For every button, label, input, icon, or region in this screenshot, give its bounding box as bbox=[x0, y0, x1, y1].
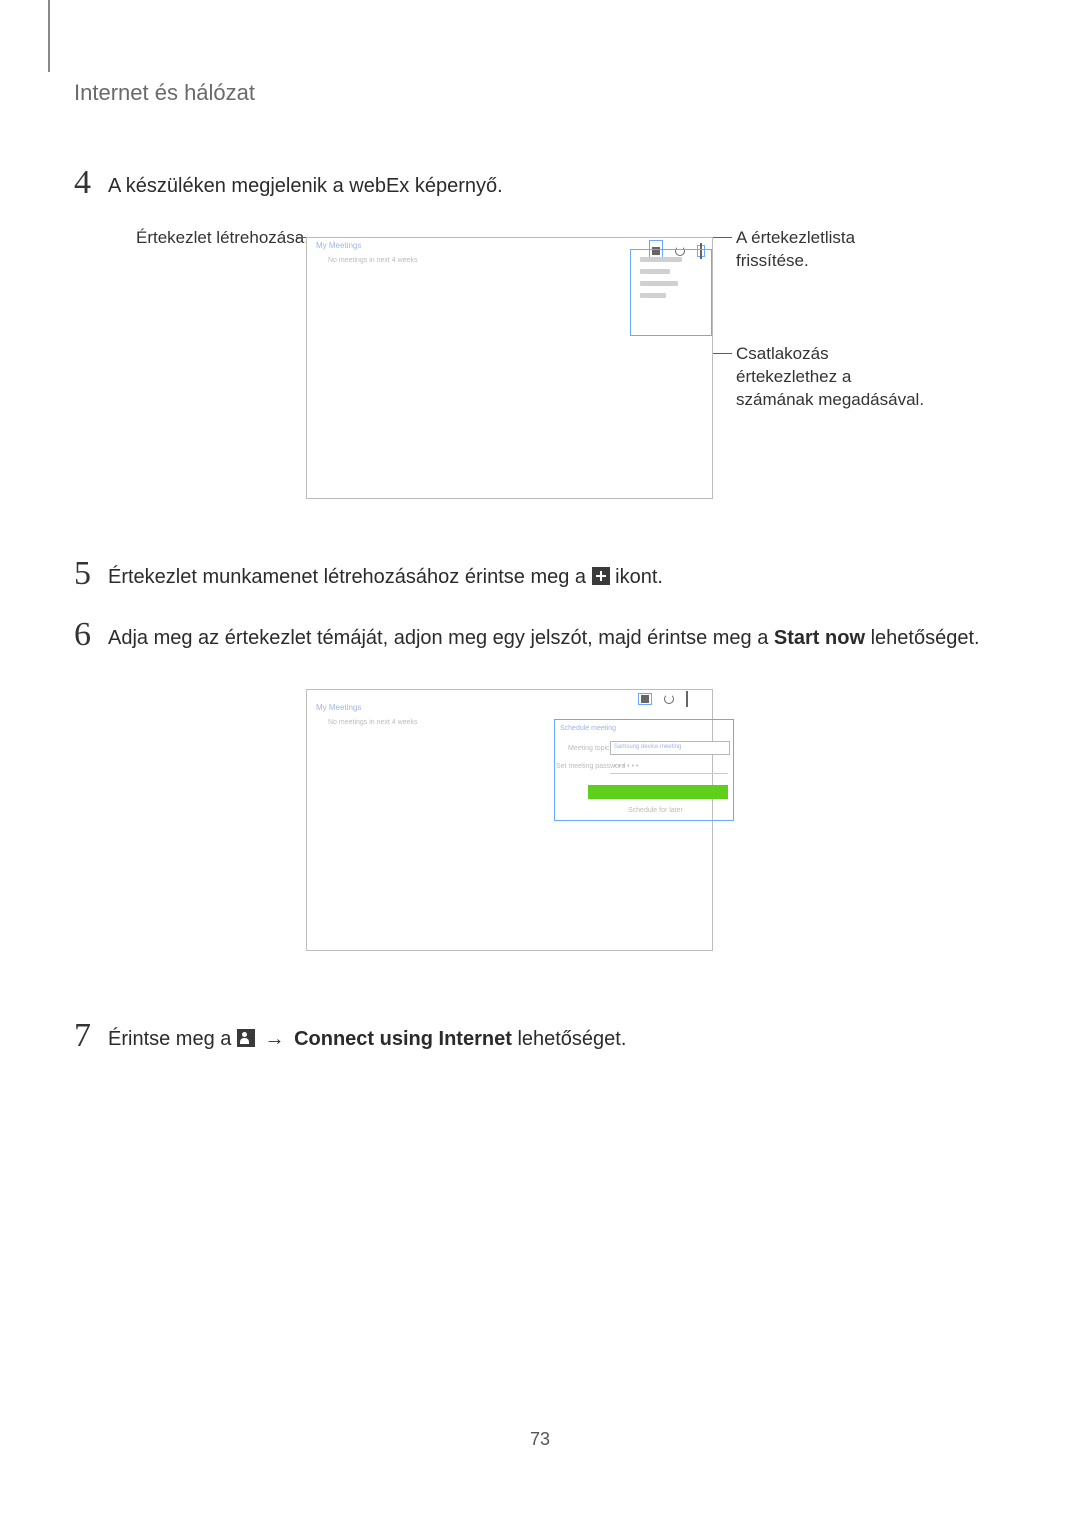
step-7: 7 Érintse meg a → Connect using Internet… bbox=[48, 1019, 1010, 1054]
menu-item[interactable] bbox=[640, 269, 670, 274]
pw-underline bbox=[610, 773, 728, 774]
step-text: Érintse meg a → Connect using Internet l… bbox=[108, 1019, 626, 1054]
text-before: Érintse meg a bbox=[108, 1028, 237, 1050]
text-after: lehetőséget. bbox=[517, 1028, 626, 1050]
menu-item[interactable] bbox=[640, 257, 682, 262]
page-number: 73 bbox=[0, 1429, 1080, 1450]
panel-title: Schedule meeting bbox=[560, 725, 616, 732]
step-number: 4 bbox=[74, 166, 108, 200]
screen-subtitle: No meetings in next 4 weeks bbox=[328, 719, 418, 726]
step-5: 5 Értekezlet munkamenet létrehozásához é… bbox=[48, 557, 1010, 592]
section-header: Internet és hálózat bbox=[48, 40, 1010, 106]
menu-item[interactable] bbox=[640, 281, 678, 286]
step-number: 6 bbox=[74, 618, 108, 652]
bold-text: Connect using Internet bbox=[294, 1028, 512, 1050]
arrow-glyph: → bbox=[265, 1025, 285, 1054]
callout-refresh: A értekezletlista frissítése. bbox=[736, 227, 906, 273]
diagram-1: Értekezlet létrehozása. A értekezletlist… bbox=[48, 227, 1010, 517]
step-text: Adja meg az értekezlet témáját, adjon me… bbox=[108, 618, 980, 653]
pw-value: • • • • • • bbox=[614, 763, 638, 770]
menu-items bbox=[640, 257, 682, 298]
topic-label: Meeting topic bbox=[568, 745, 610, 752]
plus-icon bbox=[592, 567, 610, 585]
step-text: A készüléken megjelenik a webEx képernyő… bbox=[108, 166, 503, 201]
text-before: Értekezlet munkamenet létrehozásához éri… bbox=[108, 566, 592, 588]
section-rule bbox=[48, 0, 50, 72]
screen-subtitle: No meetings in next 4 weeks bbox=[328, 257, 418, 264]
menu-item[interactable] bbox=[640, 293, 666, 298]
text-before: Adja meg az értekezlet témáját, adjon me… bbox=[108, 627, 774, 649]
callout-join: Csatlakozás értekezlethez a számának meg… bbox=[736, 343, 926, 412]
step-4: 4 A készüléken megjelenik a webEx képern… bbox=[48, 166, 1010, 201]
person-icon bbox=[237, 1029, 255, 1047]
step-number: 7 bbox=[74, 1019, 108, 1053]
overflow-menu-icon[interactable] bbox=[686, 695, 688, 703]
schedule-panel bbox=[554, 719, 734, 821]
callout-create: Értekezlet létrehozása. bbox=[136, 227, 309, 250]
leader bbox=[712, 353, 732, 354]
text-after: lehetőséget. bbox=[871, 627, 980, 649]
schedule-later-link[interactable]: Schedule for later bbox=[628, 807, 683, 814]
text-after: ikont. bbox=[615, 566, 663, 588]
step-number: 5 bbox=[74, 557, 108, 591]
bold-text: Start now bbox=[774, 627, 865, 649]
toolbar-2 bbox=[638, 693, 688, 705]
diagram-2: My Meetings No meetings in next 4 weeks … bbox=[48, 679, 1010, 979]
screen-title: My Meetings bbox=[316, 703, 361, 712]
new-meeting-icon[interactable] bbox=[638, 693, 652, 705]
step-text: Értekezlet munkamenet létrehozásához éri… bbox=[108, 557, 663, 592]
leader bbox=[296, 237, 306, 238]
topic-value: Samsung device meeting bbox=[614, 744, 681, 750]
start-now-button[interactable] bbox=[588, 785, 728, 799]
step-6: 6 Adja meg az értekezlet témáját, adjon … bbox=[48, 618, 1010, 653]
refresh-icon[interactable] bbox=[664, 694, 674, 704]
